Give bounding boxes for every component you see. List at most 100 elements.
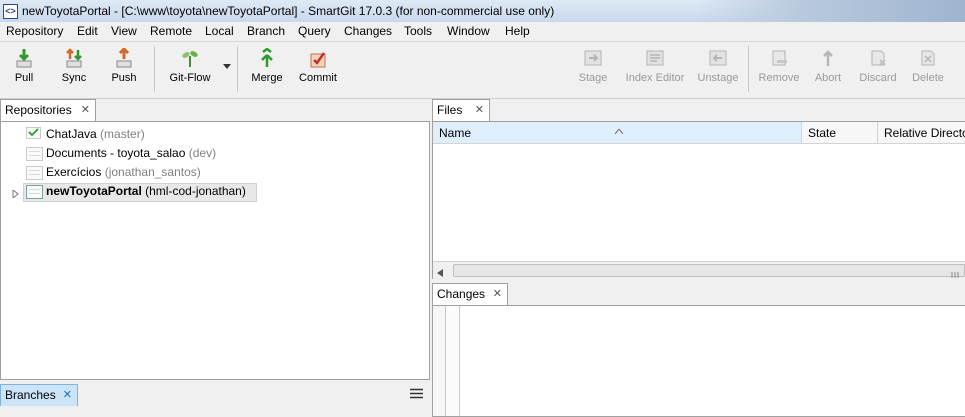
column-header-relative-directory[interactable]: Relative Directory xyxy=(878,122,965,144)
stage-label: Stage xyxy=(578,72,608,84)
unstage-button[interactable]: Unstage xyxy=(694,48,742,84)
repository-branch: (master) xyxy=(100,127,145,141)
menu-window[interactable]: Window xyxy=(447,24,490,38)
merge-button[interactable]: Merge xyxy=(247,47,287,84)
push-button[interactable]: Push xyxy=(106,46,142,84)
close-icon[interactable]: ✕ xyxy=(81,100,90,120)
close-icon[interactable]: ✕ xyxy=(63,385,72,405)
toolbar-separator xyxy=(748,46,749,92)
discard-icon xyxy=(868,48,888,68)
repository-branch: (hml-cod-jonathan) xyxy=(145,184,246,198)
discard-button[interactable]: Discard xyxy=(856,48,900,84)
tab-files[interactable]: Files ✕ xyxy=(432,99,490,121)
menu-query[interactable]: Query xyxy=(298,24,331,38)
sync-icon xyxy=(64,48,84,68)
push-label: Push xyxy=(111,72,137,84)
abort-button[interactable]: Abort xyxy=(810,48,846,84)
repository-name: Exercícios xyxy=(46,165,102,179)
title-bar-controls-area xyxy=(695,0,965,22)
column-header-relative-directory-label: Relative Directory xyxy=(884,126,965,140)
other-columns-body xyxy=(802,144,965,260)
delete-button[interactable]: Delete xyxy=(907,48,949,84)
menu-repository[interactable]: Repository xyxy=(6,24,63,38)
merge-label: Merge xyxy=(251,72,283,84)
repository-branch: (dev) xyxy=(188,146,217,160)
repository-item[interactable]: Exercícios (jonathan_santos) xyxy=(46,165,201,182)
remove-button[interactable]: Remove xyxy=(757,48,801,84)
tab-changes-label: Changes xyxy=(437,287,486,301)
horizontal-scrollbar[interactable] xyxy=(433,261,965,279)
column-header-state[interactable]: State xyxy=(802,122,878,144)
commit-label: Commit xyxy=(299,72,337,84)
git-flow-label: Git-Flow xyxy=(169,72,211,84)
abort-icon xyxy=(818,48,838,68)
git-flow-dropdown-icon[interactable] xyxy=(221,60,233,72)
close-icon[interactable]: ✕ xyxy=(493,284,502,304)
tab-changes[interactable]: Changes ✕ xyxy=(432,283,508,305)
git-flow-icon xyxy=(180,48,200,68)
index-editor-button[interactable]: Index Editor xyxy=(620,48,690,84)
changes-gutter-left xyxy=(433,306,446,416)
toolbar: Pull Sync Push Git-Flow Merge Commit Sta… xyxy=(0,42,965,99)
repository-item[interactable]: Documents - toyota_salao (dev) xyxy=(46,146,216,163)
merge-icon xyxy=(257,47,277,68)
tab-files-label: Files xyxy=(437,103,463,117)
sort-ascending-icon xyxy=(614,123,624,135)
repository-name: newToyotaPortal xyxy=(46,184,142,198)
tab-repositories-label: Repositories xyxy=(5,103,72,117)
stage-button[interactable]: Stage xyxy=(576,48,610,84)
tab-branches-label: Branches xyxy=(5,388,56,402)
pull-icon xyxy=(14,48,34,68)
remove-icon xyxy=(769,48,789,68)
menu-tools[interactable]: Tools xyxy=(404,24,432,38)
pull-label: Pull xyxy=(14,72,34,84)
commit-icon xyxy=(308,48,328,68)
changes-view xyxy=(432,305,965,417)
scrollbar-thumb[interactable] xyxy=(453,264,965,278)
repository-icon xyxy=(26,147,43,161)
repositories-tabstrip: Repositories ✕ xyxy=(0,99,430,121)
column-header-name-label: Name xyxy=(439,126,472,140)
menu-edit[interactable]: Edit xyxy=(77,24,98,38)
menu-local[interactable]: Local xyxy=(205,24,234,38)
column-header-state-label: State xyxy=(808,126,837,140)
repository-item[interactable]: ChatJava (master) xyxy=(46,127,145,144)
toolbar-separator xyxy=(237,46,238,92)
index-editor-icon xyxy=(645,48,665,68)
menu-changes[interactable]: Changes xyxy=(344,24,392,38)
repositories-tree: ChatJava (master) Documents - toyota_sal… xyxy=(0,121,430,380)
discard-label: Discard xyxy=(859,72,897,84)
changes-gutter-lines xyxy=(447,306,460,416)
push-icon xyxy=(114,46,134,68)
tab-repositories[interactable]: Repositories ✕ xyxy=(0,99,96,121)
pull-button[interactable]: Pull xyxy=(6,48,42,84)
delete-label: Delete xyxy=(912,72,944,84)
sync-button[interactable]: Sync xyxy=(56,48,92,84)
name-column-body xyxy=(433,144,803,260)
scrollbar-grip-icon xyxy=(951,267,959,278)
menu-view[interactable]: View xyxy=(111,24,137,38)
repository-branch: (jonathan_santos) xyxy=(104,165,201,179)
menu-icon[interactable] xyxy=(410,388,423,399)
files-tabstrip: Files ✕ xyxy=(432,99,965,121)
close-icon[interactable]: ✕ xyxy=(475,100,484,120)
app-icon: <> xyxy=(3,4,18,19)
menu-help[interactable]: Help xyxy=(505,24,530,38)
repository-name: ChatJava xyxy=(46,127,97,141)
git-flow-button[interactable]: Git-Flow xyxy=(164,48,216,84)
tab-branches[interactable]: Branches ✕ xyxy=(0,384,78,406)
files-table: Name State Relative Directory xyxy=(432,121,965,279)
window-title: newToyotaPortal - [C:\www\toyota\newToyo… xyxy=(22,4,555,18)
unstage-icon xyxy=(708,48,728,68)
toolbar-separator xyxy=(154,46,155,92)
commit-button[interactable]: Commit xyxy=(296,48,340,84)
stage-icon xyxy=(583,48,603,68)
repository-icon xyxy=(26,127,41,139)
menu-branch[interactable]: Branch xyxy=(247,24,285,38)
menu-remote[interactable]: Remote xyxy=(150,24,192,38)
expand-arrow-icon[interactable] xyxy=(12,187,20,200)
unstage-label: Unstage xyxy=(697,72,739,84)
repository-item-selected[interactable]: newToyotaPortal (hml-cod-jonathan) xyxy=(46,184,246,201)
repository-icon xyxy=(26,166,43,180)
scroll-left-arrow-icon[interactable] xyxy=(437,266,443,280)
